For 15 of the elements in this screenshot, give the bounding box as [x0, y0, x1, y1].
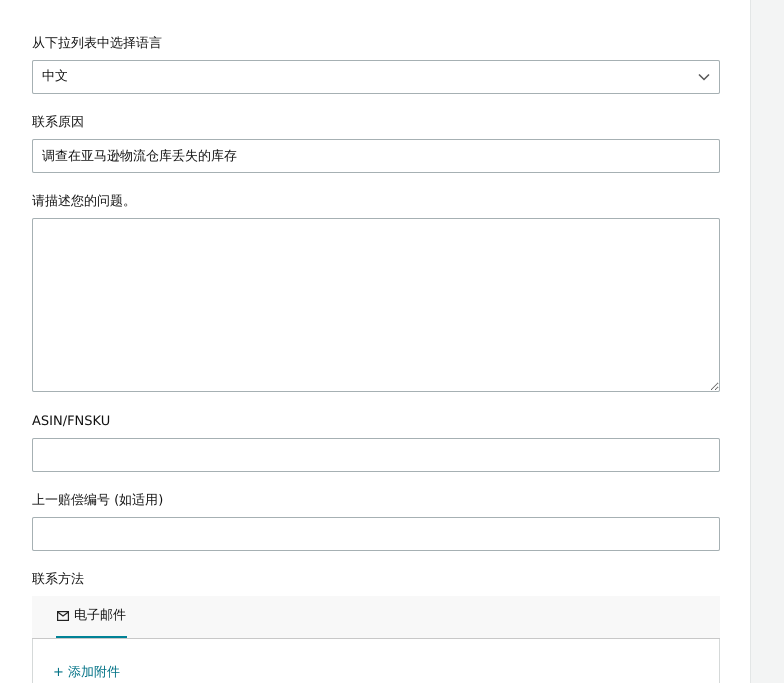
field-label: 请描述您的问题。: [32, 194, 137, 210]
envelope-icon: [57, 611, 69, 622]
field-label: 联系原因: [32, 114, 85, 131]
field-label: 从下拉列表中选择语言: [32, 36, 163, 52]
reason-field[interactable]: 调查在亚马逊物流仓库丢失的库存: [32, 138, 720, 173]
add-attachment-link[interactable]: + 添加附件: [53, 665, 120, 680]
asin-field[interactable]: [32, 438, 720, 472]
field-label: ASIN/FNSKU: [32, 414, 112, 430]
chevron-down-icon: [698, 72, 710, 81]
field-label: 联系方法: [32, 572, 85, 588]
description-field[interactable]: [32, 218, 720, 392]
language-select[interactable]: 中文: [32, 60, 720, 94]
contact-tab[interactable]: 电子邮件: [56, 596, 127, 638]
field-label: 上一赔偿编号 (如适用): [32, 493, 164, 510]
claim-field[interactable]: [32, 517, 720, 552]
